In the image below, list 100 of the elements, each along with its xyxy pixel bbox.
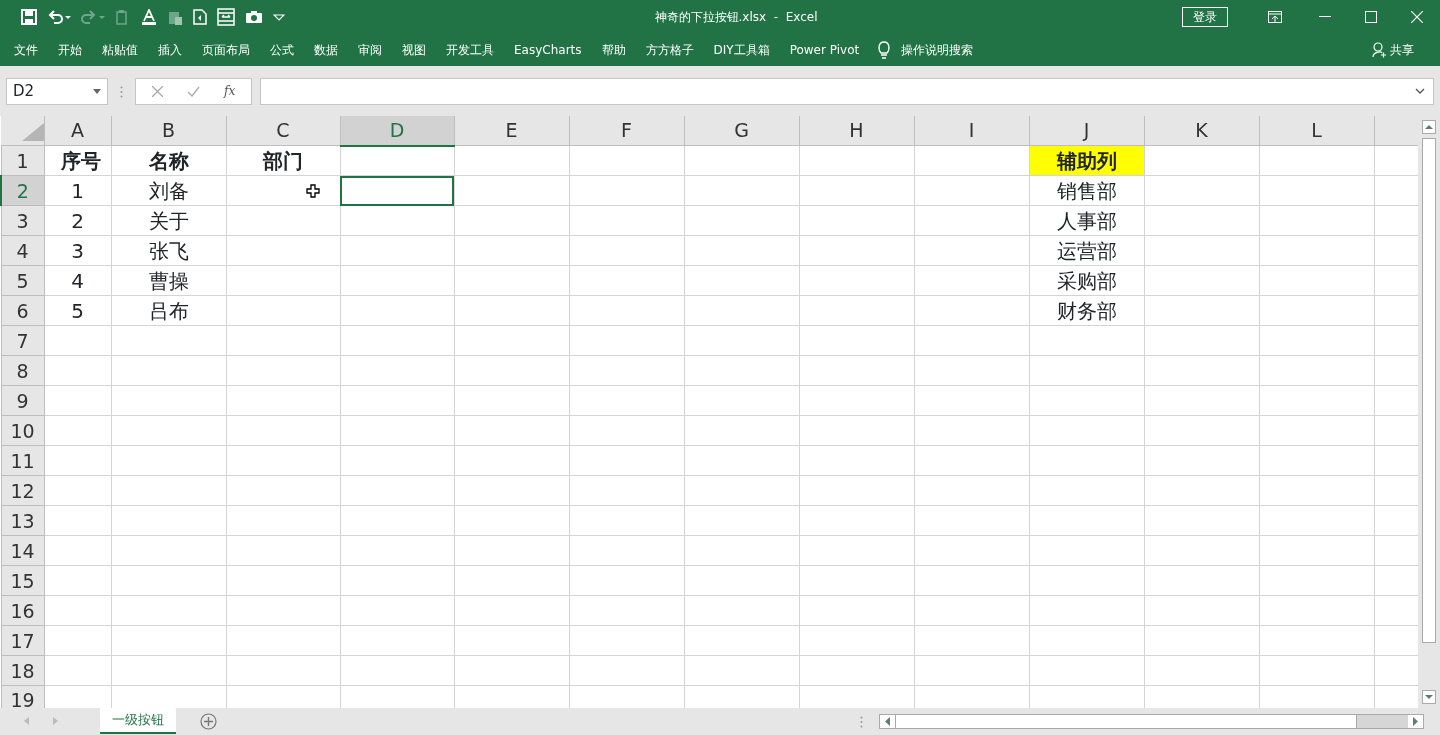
insert-function-button[interactable]: fx — [224, 82, 236, 100]
ribbon-tab[interactable]: 文件 — [4, 33, 48, 66]
column-header[interactable]: K — [1144, 116, 1259, 146]
cancel-icon — [152, 85, 163, 97]
sheet-tab[interactable]: 一级按钮 — [100, 708, 176, 734]
maximize-icon — [1365, 10, 1377, 23]
sign-in-button[interactable]: 登录 — [1182, 6, 1228, 27]
column-header[interactable]: L — [1259, 116, 1374, 146]
table-cell-text: 5 — [70, 298, 85, 323]
person-add-icon — [1372, 41, 1386, 58]
ribbon-tab[interactable]: Power Pivot — [779, 33, 870, 66]
tell-me-search[interactable]: 操作说明搜索 — [891, 33, 984, 66]
vertical-scroll-thumb[interactable] — [1422, 138, 1436, 643]
share-button[interactable]: 共享 — [1362, 33, 1424, 66]
ribbon-tab[interactable]: 插入 — [148, 33, 192, 66]
ribbon-tab[interactable]: 页面布局 — [192, 33, 260, 66]
ribbon-tab[interactable]: DIY工具箱 — [703, 33, 780, 66]
minimize-icon — [1319, 15, 1331, 18]
expand-caret-icon[interactable] — [1415, 88, 1425, 94]
row-header[interactable]: 9 — [1, 385, 44, 416]
table-cell-text: 辅助列 — [1055, 148, 1118, 173]
formula-input[interactable] — [260, 77, 1434, 105]
add-sheet-icon[interactable] — [200, 712, 217, 730]
table-cell-text: 人事部 — [1055, 208, 1118, 233]
table-cell-text: 刘备 — [147, 178, 190, 203]
row-header[interactable]: 11 — [1, 445, 44, 476]
camera-icon[interactable] — [245, 9, 263, 24]
close-icon — [1411, 10, 1423, 23]
table-cell-text: 运营部 — [1055, 238, 1118, 263]
scroll-right-icon[interactable] — [1408, 715, 1423, 728]
scroll-down-icon[interactable] — [1422, 690, 1436, 704]
ribbon-tab[interactable]: 粘贴值 — [92, 33, 148, 66]
table-cell-text: 财务部 — [1055, 298, 1118, 323]
window-title: 神奇的下拉按钮.xlsx - Excel — [653, 8, 819, 26]
row-header[interactable]: 3 — [1, 205, 44, 236]
table-cell-text: 4 — [70, 268, 85, 293]
row-header[interactable]: 13 — [1, 505, 44, 536]
cell-cursor-icon — [305, 184, 320, 198]
ribbon-tab[interactable]: 方方格子 — [635, 33, 704, 66]
row-header[interactable]: 15 — [1, 565, 44, 596]
column-header[interactable]: H — [799, 116, 914, 146]
ribbon-tab[interactable]: EasyCharts — [504, 33, 592, 66]
save-icon[interactable] — [21, 8, 37, 25]
grip-icon — [120, 85, 123, 98]
table-cell-text: 1 — [70, 178, 85, 203]
undo-icon[interactable] — [47, 8, 71, 25]
row-header[interactable]: 8 — [1, 355, 44, 386]
row-header[interactable]: 10 — [1, 415, 44, 446]
table-cell-text: 序号 — [59, 148, 102, 173]
page-layout-icon[interactable] — [217, 7, 235, 26]
document-icon[interactable] — [193, 8, 207, 25]
lightbulb-icon — [877, 40, 892, 59]
table-cell-text: 曹操 — [147, 268, 190, 293]
column-header[interactable]: J — [1029, 116, 1144, 146]
customize-caret-icon[interactable] — [273, 11, 285, 22]
column-header[interactable]: E — [454, 116, 569, 146]
ribbon-tab[interactable]: 开始 — [48, 33, 92, 66]
scroll-up-icon[interactable] — [1422, 120, 1436, 134]
table-cell-text: 2 — [70, 208, 85, 233]
row-header[interactable]: 17 — [1, 625, 44, 656]
ribbon-tab[interactable]: 数据 — [304, 33, 348, 66]
ribbon-tab[interactable]: 帮助 — [591, 33, 636, 66]
row-header[interactable]: 6 — [1, 295, 44, 326]
row-header[interactable]: 14 — [1, 535, 44, 566]
column-header[interactable]: F — [569, 116, 684, 146]
column-header[interactable]: D — [340, 116, 454, 146]
column-header[interactable]: G — [684, 116, 799, 146]
enter-icon — [187, 85, 200, 97]
column-header[interactable]: A — [44, 116, 111, 146]
ribbon-tab[interactable]: 开发工具 — [436, 33, 504, 66]
row-header[interactable]: 1 — [1, 145, 44, 176]
ribbon-tab[interactable]: 公式 — [260, 33, 304, 66]
row-header[interactable]: 2 — [1, 175, 44, 206]
column-header[interactable]: B — [111, 116, 226, 146]
table-cell-text: 张飞 — [147, 238, 190, 263]
row-header[interactable]: 4 — [1, 235, 44, 266]
ribbon-tab[interactable]: 审阅 — [348, 33, 392, 66]
table-cell-text: 关于 — [147, 208, 190, 233]
ribbon-tab[interactable]: 视图 — [392, 33, 436, 66]
column-header[interactable]: I — [914, 116, 1029, 146]
row-header[interactable]: 7 — [1, 325, 44, 356]
table-cell-text: 吕布 — [147, 298, 190, 323]
row-header[interactable]: 19 — [1, 685, 44, 708]
redo-icon — [81, 8, 105, 25]
table-cell-text: 部门 — [262, 148, 304, 173]
row-header[interactable]: 5 — [1, 265, 44, 296]
horizontal-scroll-thumb[interactable] — [895, 715, 1357, 728]
active-cell[interactable] — [340, 175, 454, 206]
table-cell-text: 采购部 — [1055, 268, 1118, 293]
column-header[interactable]: C — [226, 116, 340, 146]
font-color-icon[interactable] — [141, 8, 157, 25]
row-header[interactable]: 12 — [1, 475, 44, 506]
row-header[interactable]: 18 — [1, 655, 44, 686]
name-box[interactable]: D2 — [6, 77, 108, 105]
row-header[interactable]: 16 — [1, 595, 44, 626]
table-cell-text: 名称 — [147, 148, 190, 173]
grip-icon[interactable] — [860, 715, 863, 728]
table-cell-text: 3 — [70, 238, 85, 263]
scroll-left-icon[interactable] — [880, 715, 895, 728]
dropdown-caret-icon[interactable] — [93, 88, 101, 94]
